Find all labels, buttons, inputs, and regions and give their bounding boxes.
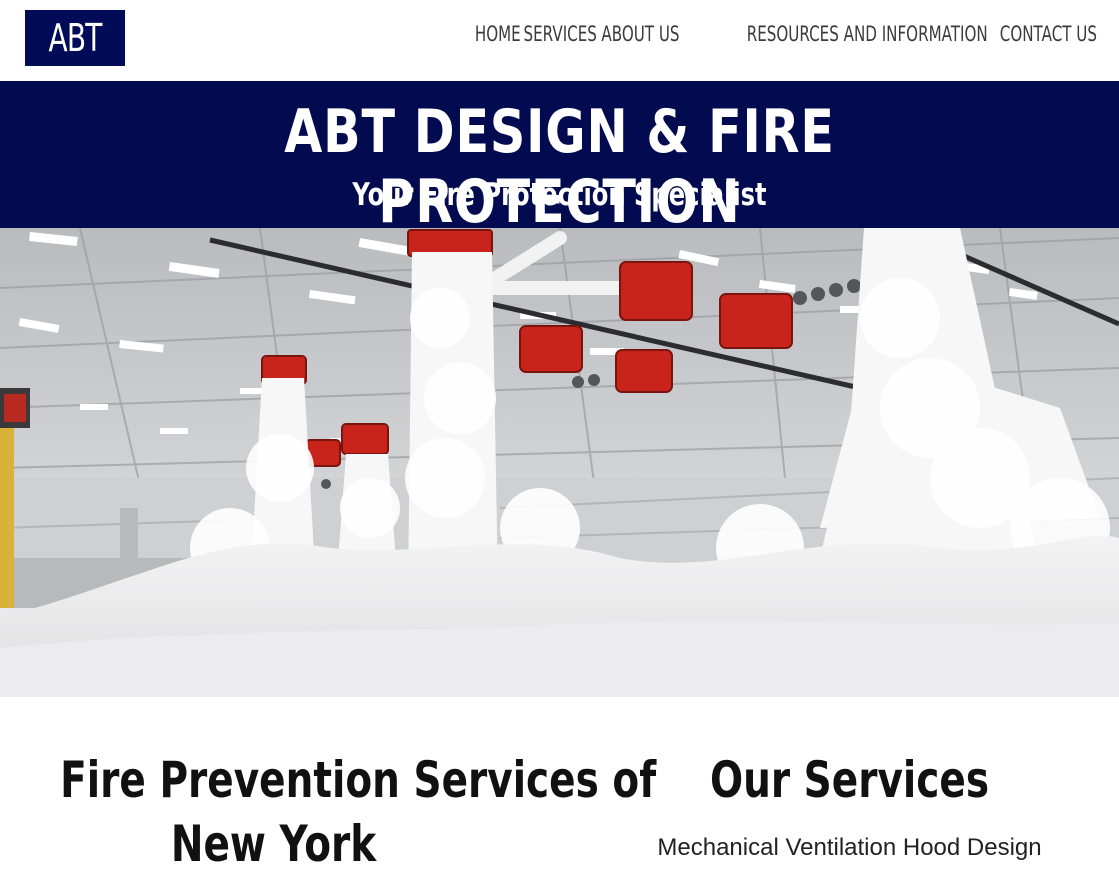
main-nav: HOME SERVICES ABOUT US RESOURCES AND INF…: [475, 22, 1097, 46]
left-heading-line1: Fire Prevention Services of: [60, 751, 657, 809]
left-column: Fire Prevention Services of New York: [0, 748, 657, 876]
nav-home[interactable]: HOME: [475, 22, 521, 46]
hero-image: [0, 228, 1119, 697]
left-heading-line2: New York: [170, 815, 377, 873]
banner-title: ABT DESIGN & FIRE PROTECTION: [284, 97, 835, 237]
nav-services[interactable]: SERVICES: [523, 22, 596, 46]
hangar-foam-illustration: [0, 228, 1119, 697]
site-header: ABT HOME SERVICES ABOUT US RESOURCES AND…: [0, 0, 1119, 81]
site-logo[interactable]: ABT: [25, 10, 126, 66]
service-item[interactable]: Mechanical Ventilation Hood Design: [580, 834, 1119, 862]
nav-resources[interactable]: RESOURCES AND INFORMATION: [747, 22, 988, 46]
our-services-heading: Our Services: [709, 751, 990, 809]
right-column: Our Services Mechanical Ventilation Hood…: [580, 748, 1119, 862]
nav-about-us[interactable]: ABOUT US: [601, 22, 679, 46]
nav-contact-us[interactable]: CONTACT US: [1000, 22, 1097, 46]
banner-tagline: Your Fire Protection Specialist: [352, 177, 767, 213]
title-banner: ABT DESIGN & FIRE PROTECTION Your Fire P…: [0, 81, 1119, 237]
